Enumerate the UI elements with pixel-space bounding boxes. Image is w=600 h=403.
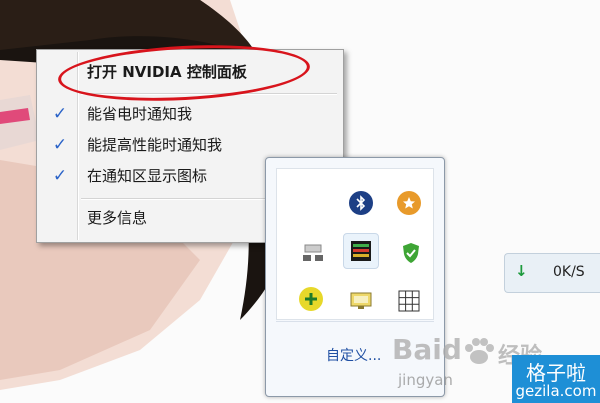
security-shield-icon[interactable] [397, 239, 425, 267]
brand-url: gezila.com [515, 382, 597, 400]
menu-item-open-nvidia-control-panel[interactable]: 打开 NVIDIA 控制面板 [39, 58, 341, 87]
network-speed-widget[interactable]: ↓ 0K/S [504, 253, 600, 293]
download-speed: 0K/S [553, 264, 585, 280]
star-badge-icon[interactable] [397, 191, 421, 215]
menu-item-notify-performance[interactable]: ✓ 能提高性能时通知我 [39, 131, 341, 160]
bluetooth-icon[interactable] [349, 191, 373, 215]
grid-icon[interactable] [395, 287, 423, 315]
panel-divider [276, 321, 434, 322]
check-icon: ✓ [52, 104, 68, 124]
download-arrow-icon: ↓ [515, 262, 528, 280]
menu-item-label: 能提高性能时通知我 [87, 136, 223, 154]
site-brand-badge: 格子啦 gezila.com [512, 355, 600, 403]
paw-logo-icon [465, 338, 494, 364]
watermark-logo-text: Baid [392, 333, 462, 366]
network-adapter-icon[interactable] [299, 239, 327, 267]
tray-icon-grid [276, 168, 434, 320]
check-icon: ✓ [52, 166, 68, 186]
display-icon[interactable] [347, 287, 375, 315]
menu-item-label: 在通知区显示图标 [87, 167, 208, 185]
nvidia-monitor-icon[interactable] [343, 233, 379, 269]
menu-item-label: 能省电时通知我 [87, 105, 193, 123]
green-plus-icon[interactable] [299, 287, 323, 311]
menu-item-label: 更多信息 [87, 209, 148, 227]
watermark-sub-text: jingyan [398, 371, 453, 389]
menu-separator [81, 93, 337, 95]
customize-link[interactable]: 自定义... [326, 345, 381, 365]
menu-item-label: 打开 NVIDIA 控制面板 [87, 63, 247, 81]
check-icon: ✓ [52, 135, 68, 155]
menu-item-notify-power-saving[interactable]: ✓ 能省电时通知我 [39, 100, 341, 129]
